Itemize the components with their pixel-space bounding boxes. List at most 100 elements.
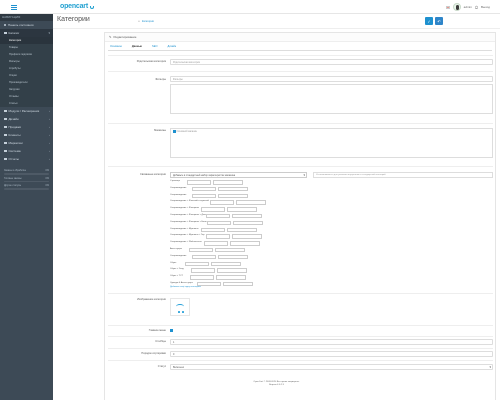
progress-bar (4, 188, 49, 190)
sidebar-subitem-information[interactable]: Статьи (0, 100, 53, 107)
field-label: Родительская категория (136, 60, 166, 63)
tabs: Основное Данные SEO Дизайн (110, 45, 176, 48)
mapping-input[interactable] (204, 241, 229, 246)
mapping-input[interactable] (226, 227, 257, 233)
mapping-input[interactable] (235, 200, 266, 205)
mapping-input[interactable] (206, 234, 231, 239)
app-page: opencart admin ⏻ Выход НАВИГАЦИЯ Панель … (0, 0, 500, 400)
mapping-input[interactable] (215, 275, 246, 280)
field-label: Порядок сортировки (141, 352, 166, 355)
mapping-input[interactable] (184, 261, 209, 267)
mapping-input[interactable] (191, 193, 216, 199)
share-icon (4, 141, 7, 145)
mapping-input[interactable] (191, 186, 216, 192)
sidebar-item-dashboard[interactable]: Панель состояния (0, 21, 53, 29)
mapping-row: Сопровождение > Женский и мужской (170, 199, 390, 206)
mapping-input[interactable] (200, 207, 225, 212)
avatar[interactable] (452, 3, 461, 11)
mapping-input[interactable] (233, 220, 263, 226)
mapping-input[interactable] (189, 247, 213, 253)
sidebar-item-label: Отчеты (8, 157, 19, 161)
mapping-input[interactable] (232, 213, 263, 219)
mapping-row-label: Сопровождение > Мужчины > Тор (170, 234, 205, 237)
page-title: Категории (57, 16, 90, 23)
filters-input[interactable]: Фильтры (170, 76, 493, 82)
mapping-input[interactable] (200, 227, 225, 233)
status-select[interactable]: Включено ▾ (170, 364, 493, 370)
form-row-top: Главное меню (108, 325, 493, 335)
mapping-select[interactable]: Добавьте в стандартный набор характерист… (170, 172, 307, 178)
logout-icon[interactable]: ⏻ (475, 5, 478, 10)
tab-general[interactable]: Основное (110, 45, 122, 48)
mapping-input[interactable] (230, 241, 261, 246)
gear-icon (4, 149, 7, 153)
save-button[interactable]: ✓ (425, 17, 433, 25)
mapping-help: Устанавливается для указания внутренних … (313, 172, 493, 178)
sidebar-subitem-downloads[interactable]: Загрузки (0, 86, 53, 93)
mapping-input[interactable] (209, 200, 234, 205)
mapping-input[interactable] (189, 275, 214, 280)
mapping-row: Сопровождение (170, 193, 390, 200)
sidebar-item-sales[interactable]: Продажи › (0, 123, 53, 131)
mapping-input[interactable] (210, 261, 241, 267)
mapping-input[interactable] (232, 234, 263, 239)
sidebar-item-design[interactable]: Дизайн › (0, 115, 53, 123)
home-icon[interactable]: ⌂ (138, 19, 140, 23)
sidebar-item-extensions[interactable]: Модули / Расширения › (0, 107, 53, 115)
mapping-row: Сопровождение > Мужчины (170, 227, 390, 234)
parent-category-input[interactable]: Родительская категория (170, 59, 493, 65)
tab-data[interactable]: Данные (132, 45, 142, 48)
sidebar-subitem-options[interactable]: Опции (0, 72, 53, 79)
sidebar-item-marketing[interactable]: Маркетинг › (0, 139, 53, 147)
sidebar-subitem-subscriptions[interactable]: Профили подписки (0, 51, 53, 58)
category-image-thumb[interactable] (170, 298, 190, 316)
sidebar-item-system[interactable]: Система › (0, 147, 53, 155)
progress-row: Готовые заказы 0% (4, 176, 49, 180)
columns-input[interactable]: 1 (170, 339, 493, 345)
back-button[interactable]: ↶ (435, 17, 443, 25)
mapping-input[interactable] (217, 193, 248, 199)
mapping-input[interactable] (190, 268, 215, 273)
field-label: Магазины (154, 129, 166, 132)
store-checkbox[interactable] (173, 130, 176, 133)
mapping-input[interactable] (226, 207, 257, 212)
breadcrumb-item[interactable]: Категории (142, 20, 154, 23)
top-menu-checkbox[interactable] (170, 329, 173, 332)
mapping-row-label: Сопровождение > Женский и мужской (170, 200, 209, 203)
mapping-input[interactable] (215, 247, 245, 253)
mapping-row: Обувь (170, 261, 390, 268)
sidebar-subitem-products[interactable]: Товары (0, 44, 53, 51)
user-name[interactable]: admin (464, 5, 472, 9)
mapping-input[interactable] (187, 180, 212, 185)
mapping-input[interactable] (217, 254, 248, 260)
mapping-input[interactable] (206, 213, 231, 219)
mapping-input[interactable] (216, 268, 247, 273)
tab-divider (108, 50, 492, 51)
sidebar-subitem-reviews[interactable]: Отзывы (0, 93, 53, 100)
mapping-input[interactable] (191, 254, 216, 260)
tab-seo[interactable]: SEO (152, 45, 157, 48)
mapping-input[interactable] (213, 180, 244, 185)
sidebar-item-reports[interactable]: Отчеты › (0, 155, 53, 163)
sort-order-input[interactable]: 0 (170, 351, 493, 357)
tab-design[interactable]: Дизайн (167, 45, 176, 48)
sidebar-item-catalog[interactable]: Каталог ▾ (0, 29, 53, 37)
mapping-input[interactable] (217, 186, 248, 192)
top-header: opencart admin ⏻ Выход (0, 0, 500, 14)
sidebar-item-label: Модули / Расширения (8, 109, 40, 113)
language-flag-icon[interactable] (445, 5, 450, 9)
mapping-input[interactable] (207, 220, 231, 226)
breadcrumb: ⌂ Категории (138, 19, 154, 23)
form-row-image: Изображение категории (108, 293, 493, 323)
sidebar-subitem-attributes[interactable]: Атрибуты (0, 65, 53, 72)
sidebar-subitem-filters[interactable]: Фильтры (0, 58, 53, 65)
mapping-input[interactable] (223, 281, 254, 287)
mapping-row: Сопровождение > Женщины > Баня (170, 220, 390, 227)
add-mapping-link[interactable]: Добавить ещё одну категорию (170, 286, 201, 288)
sidebar-item-customers[interactable]: Клиенты › (0, 131, 53, 139)
sidebar-subitem-manufacturers[interactable]: Производители (0, 79, 53, 86)
sidebar-item-label: Дизайн (8, 117, 19, 121)
logout-link[interactable]: Выход (481, 5, 490, 9)
sidebar-subitem-categories[interactable]: Категории (0, 37, 53, 44)
menu-toggle-icon[interactable] (11, 5, 17, 10)
